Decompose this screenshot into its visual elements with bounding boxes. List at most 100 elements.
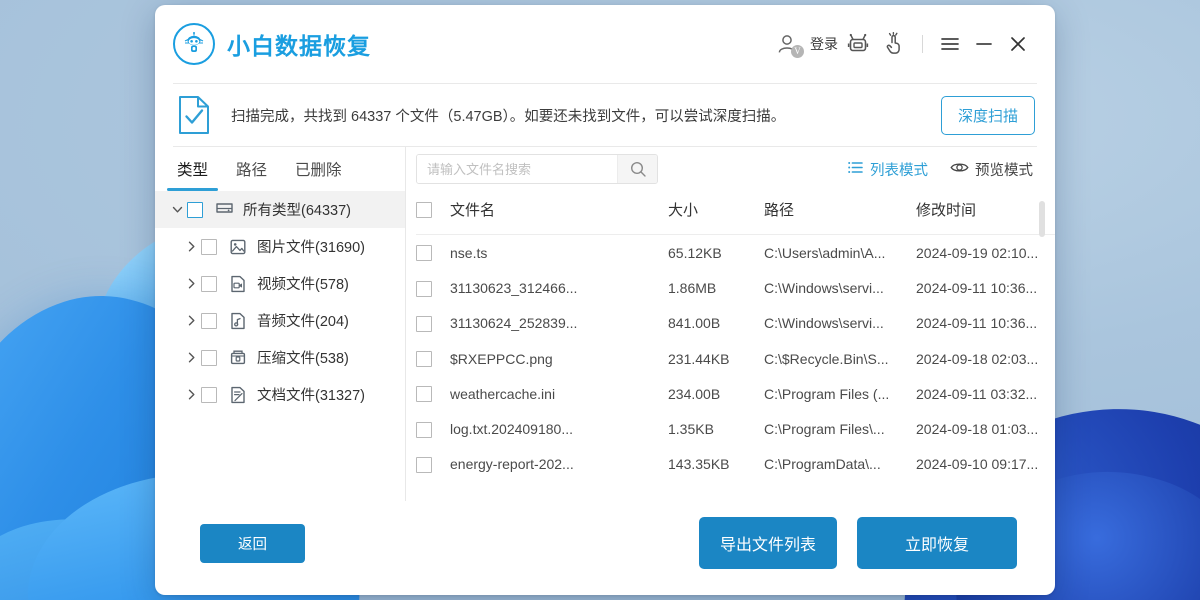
- list-view-icon: [847, 159, 864, 180]
- tab-deleted[interactable]: 已删除: [281, 147, 356, 191]
- file-list-scrollbar[interactable]: [1039, 201, 1045, 491]
- tree-label-image-files: 图片文件(31690): [257, 236, 365, 257]
- row-checkbox-cell: [416, 447, 450, 482]
- scrollbar-thumb[interactable]: [1039, 201, 1045, 237]
- tree-checkbox-video-files[interactable]: [201, 276, 217, 292]
- column-header-filename[interactable]: 文件名: [450, 191, 668, 235]
- chevron-down-icon[interactable]: [167, 203, 187, 216]
- view-mode-preview[interactable]: 预览模式: [950, 159, 1033, 180]
- row-checkbox[interactable]: [416, 422, 432, 438]
- search-icon[interactable]: [617, 155, 657, 183]
- chevron-right-icon[interactable]: [181, 351, 201, 364]
- cell-size: 65.12KB: [668, 235, 764, 271]
- tree-label-archive-files: 压缩文件(538): [257, 347, 349, 368]
- column-header-size[interactable]: 大小: [668, 191, 764, 235]
- cell-filename: log.txt.202409180...: [450, 411, 668, 446]
- view-mode-list[interactable]: 列表模式: [847, 159, 928, 180]
- sidebar-tabs: 类型 路径 已删除: [155, 147, 405, 191]
- row-checkbox-cell: [416, 235, 450, 271]
- app-window: 小白数据恢复 V 登录: [155, 5, 1055, 595]
- recover-now-button[interactable]: 立即恢复: [857, 517, 1017, 569]
- row-checkbox[interactable]: [416, 245, 432, 261]
- cell-filename: 31130623_312466...: [450, 270, 668, 305]
- scan-status-message: 扫描完成，共找到 64337 个文件（5.47GB）。如要还未找到文件，可以尝试…: [231, 105, 785, 126]
- row-checkbox[interactable]: [416, 281, 432, 297]
- close-icon[interactable]: [1001, 27, 1035, 61]
- tree-item-all-types[interactable]: 所有类型(64337): [155, 191, 405, 228]
- cell-size: 234.00B: [668, 376, 764, 411]
- cell-filename: 31130624_252839...: [450, 306, 668, 341]
- footer-actions: 返回 导出文件列表 立即恢复: [155, 501, 1055, 595]
- footer-primary-actions: 导出文件列表 立即恢复: [699, 517, 1017, 569]
- titlebar-actions: V 登录: [770, 27, 1035, 61]
- user-avatar-icon[interactable]: V: [770, 29, 804, 59]
- cell-filename: weathercache.ini: [450, 376, 668, 411]
- tree-item-video-files[interactable]: 视频文件(578): [155, 265, 405, 302]
- view-mode-preview-label: 预览模式: [975, 159, 1033, 180]
- cell-size: 231.44KB: [668, 341, 764, 376]
- cell-path: C:\$Recycle.Bin\S...: [764, 341, 916, 376]
- search-box: [416, 154, 658, 184]
- tree-checkbox-audio-files[interactable]: [201, 313, 217, 329]
- table-row[interactable]: 31130623_312466... 1.86MB C:\Windows\ser…: [416, 270, 1055, 305]
- back-button[interactable]: 返回: [200, 524, 305, 563]
- tab-path[interactable]: 路径: [222, 147, 281, 191]
- cell-size: 1.86MB: [668, 270, 764, 305]
- robot-mascot-logo-icon: [173, 23, 215, 65]
- tree-item-audio-files[interactable]: 音频文件(204): [155, 302, 405, 339]
- pointing-hand-icon[interactable]: [876, 27, 912, 61]
- table-row[interactable]: nse.ts 65.12KB C:\Users\admin\A... 2024-…: [416, 235, 1055, 271]
- audio-file-icon: [227, 312, 249, 330]
- app-title: 小白数据恢复: [227, 27, 371, 61]
- tree-item-image-files[interactable]: 图片文件(31690): [155, 228, 405, 265]
- table-row[interactable]: 31130624_252839... 841.00B C:\Windows\se…: [416, 306, 1055, 341]
- tree-checkbox-archive-files[interactable]: [201, 350, 217, 366]
- eye-preview-icon: [950, 160, 969, 179]
- table-row[interactable]: $RXEPPCC.png 231.44KB C:\$Recycle.Bin\S.…: [416, 341, 1055, 376]
- table-row[interactable]: log.txt.202409180... 1.35KB C:\Program F…: [416, 411, 1055, 446]
- view-mode-switcher: 列表模式 预览模式: [847, 159, 1033, 180]
- cell-path: C:\Program Files\...: [764, 411, 916, 446]
- hamburger-menu-icon[interactable]: [933, 27, 967, 61]
- file-type-tree: 所有类型(64337) 图片文件(31690): [155, 191, 405, 413]
- cell-modified: 2024-09-10 09:17...: [916, 447, 1055, 482]
- cell-filename: energy-report-202...: [450, 447, 668, 482]
- tree-item-document-files[interactable]: 文档文件(31327): [155, 376, 405, 413]
- cell-modified: 2024-09-11 03:32...: [916, 376, 1055, 411]
- file-table-body: nse.ts 65.12KB C:\Users\admin\A... 2024-…: [416, 235, 1055, 483]
- cell-path: C:\Users\admin\A...: [764, 235, 916, 271]
- file-panel: 列表模式 预览模式: [406, 147, 1055, 501]
- row-checkbox[interactable]: [416, 386, 432, 402]
- select-all-checkbox-cell: [416, 191, 450, 235]
- row-checkbox[interactable]: [416, 457, 432, 473]
- tree-checkbox-all-types[interactable]: [187, 202, 203, 218]
- file-table-container: 文件名 大小 路径 修改时间 nse.ts 65.12KB C:\Users\a…: [406, 191, 1055, 501]
- chevron-right-icon[interactable]: [181, 388, 201, 401]
- login-button[interactable]: 登录: [810, 34, 838, 54]
- column-header-modified[interactable]: 修改时间: [916, 191, 1055, 235]
- deep-scan-button[interactable]: 深度扫描: [941, 96, 1035, 135]
- view-mode-list-label: 列表模式: [870, 159, 928, 180]
- tree-checkbox-image-files[interactable]: [201, 239, 217, 255]
- search-input[interactable]: [417, 155, 617, 183]
- file-table: 文件名 大小 路径 修改时间 nse.ts 65.12KB C:\Users\a…: [416, 191, 1055, 482]
- select-all-checkbox[interactable]: [416, 202, 432, 218]
- column-header-path[interactable]: 路径: [764, 191, 916, 235]
- row-checkbox[interactable]: [416, 351, 432, 367]
- document-check-icon: [177, 95, 217, 135]
- chevron-right-icon[interactable]: [181, 240, 201, 253]
- file-toolbar: 列表模式 预览模式: [406, 147, 1055, 191]
- chevron-right-icon[interactable]: [181, 277, 201, 290]
- robot-assistant-icon[interactable]: [840, 27, 876, 61]
- cell-modified: 2024-09-19 02:10...: [916, 235, 1055, 271]
- tree-item-archive-files[interactable]: 压缩文件(538): [155, 339, 405, 376]
- row-checkbox[interactable]: [416, 316, 432, 332]
- cell-size: 143.35KB: [668, 447, 764, 482]
- chevron-right-icon[interactable]: [181, 314, 201, 327]
- minimize-icon[interactable]: [967, 27, 1001, 61]
- table-row[interactable]: energy-report-202... 143.35KB C:\Program…: [416, 447, 1055, 482]
- tab-type[interactable]: 类型: [163, 147, 222, 191]
- tree-checkbox-document-files[interactable]: [201, 387, 217, 403]
- export-file-list-button[interactable]: 导出文件列表: [699, 517, 837, 569]
- table-row[interactable]: weathercache.ini 234.00B C:\Program File…: [416, 376, 1055, 411]
